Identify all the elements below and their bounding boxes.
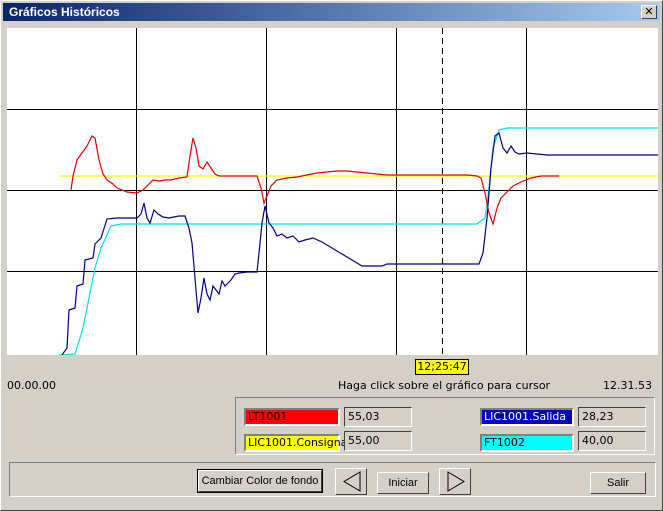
historic-charts-window: Gráficos Históricos ✕ 12;25:47 00.00.00 … [0,0,663,511]
window-title: Gráficos Históricos [9,5,120,19]
legend-value-ft1002: 40,00 [578,431,646,451]
step-back-button[interactable] [335,468,367,495]
cursor-time-label: 12;25:47 [415,359,469,375]
triangle-left-icon [343,471,361,492]
legend-panel: LT1001 55,03 LIC1001.Consigna 55,00 LIC1… [235,397,655,455]
history-chart[interactable] [7,28,658,355]
title-bar[interactable]: Gráficos Históricos ✕ [3,3,660,21]
legend-value-lt1001: 55,03 [344,407,412,427]
legend-tag-lt1001: LT1001 [244,408,340,426]
close-icon: ✕ [644,5,654,18]
legend-tag-lic1001-salida: LIC1001.Salida [480,408,574,426]
button-bar: Cambiar Color de fondo Iniciar Salir [9,462,656,497]
cursor-hint: Haga click sobre el gráfico para cursor [338,379,551,392]
step-forward-button[interactable] [439,468,471,495]
legend-tag-lic1001-consigna: LIC1001.Consigna [244,434,347,452]
series-lic1001-salida-line [61,131,658,355]
triangle-right-icon [447,471,465,492]
time-end-label: 12.31.53 [603,379,652,392]
series-ft1002-line [58,127,658,355]
time-start-label: 00.00.00 [7,379,56,392]
legend-value-lic1001-salida: 28,23 [578,407,646,427]
change-background-color-button[interactable]: Cambiar Color de fondo [197,469,323,493]
start-button[interactable]: Iniciar [377,472,429,494]
history-plot-area[interactable] [7,28,658,355]
legend-tag-ft1002: FT1002 [480,434,574,452]
legend-value-lic1001-consigna: 55,00 [344,431,412,451]
grid [7,28,658,355]
close-button[interactable]: ✕ [641,5,657,19]
exit-button[interactable]: Salir [590,472,646,494]
